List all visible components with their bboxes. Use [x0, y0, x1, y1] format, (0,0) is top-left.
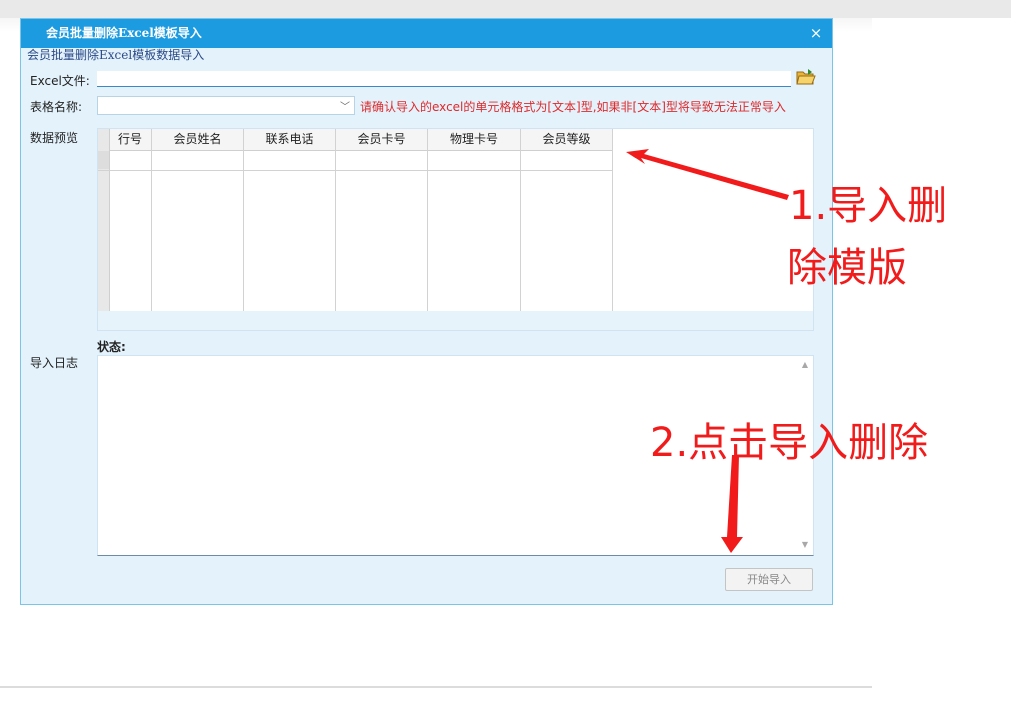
sheet-name-select[interactable]: ﹀: [97, 96, 355, 115]
column-header-physical-card[interactable]: 物理卡号: [428, 129, 520, 150]
scroll-up-icon[interactable]: ▲: [802, 360, 808, 369]
grid-footer-area: [98, 311, 813, 330]
grid-column[interactable]: 联系电话: [244, 129, 336, 311]
data-preview-grid[interactable]: 行号 会员姓名 联系电话 会员卡号 物理卡号 会员等级: [97, 128, 814, 331]
import-dialog: 会员批量删除Excel模板导入 × 会员批量删除Excel模板数据导入 Exce…: [20, 18, 833, 605]
status-label: 状态:: [97, 340, 126, 354]
grid-column[interactable]: 行号: [109, 129, 152, 311]
close-button[interactable]: ×: [807, 24, 825, 42]
annotation-step2: 2.点击导入删除: [650, 420, 929, 466]
data-preview-label: 数据预览: [30, 131, 79, 145]
grid-column[interactable]: 会员等级: [521, 129, 613, 311]
dialog-titlebar[interactable]: 会员批量删除Excel模板导入 ×: [21, 19, 832, 48]
annotation-step1-line2: 除模版: [787, 245, 907, 291]
column-header-member-name[interactable]: 会员姓名: [152, 129, 243, 150]
table-row[interactable]: [98, 170, 612, 171]
annotation-step1-line1: 1.导入删: [789, 183, 948, 229]
grid-column[interactable]: 会员卡号: [336, 129, 428, 311]
excel-file-input[interactable]: [97, 71, 791, 87]
dialog-title: 会员批量删除Excel模板导入: [46, 26, 202, 40]
column-header-member-level[interactable]: 会员等级: [521, 129, 612, 150]
scroll-down-icon[interactable]: ▼: [802, 540, 808, 549]
background-divider: [0, 686, 872, 688]
format-warning: 请确认导入的excel的单元格格式为[文本]型,如果非[文本]型将导致无法正常导…: [360, 100, 786, 114]
group-legend: 会员批量删除Excel模板数据导入: [27, 48, 205, 62]
chevron-down-icon[interactable]: ﹀: [340, 98, 350, 113]
current-row-marker: [98, 151, 109, 169]
start-import-button[interactable]: 开始导入: [725, 568, 813, 591]
background-window-strip: [0, 0, 1011, 18]
column-header-card-number[interactable]: 会员卡号: [336, 129, 427, 150]
sheet-name-label: 表格名称:: [30, 100, 83, 114]
import-log-label: 导入日志: [30, 356, 79, 370]
column-header-phone[interactable]: 联系电话: [244, 129, 335, 150]
grid-column[interactable]: 物理卡号: [428, 129, 521, 311]
excel-file-label: Excel文件:: [30, 74, 90, 88]
open-folder-icon[interactable]: [796, 68, 816, 86]
grid-column[interactable]: 会员姓名: [152, 129, 244, 311]
column-header-row-number[interactable]: 行号: [109, 129, 151, 150]
